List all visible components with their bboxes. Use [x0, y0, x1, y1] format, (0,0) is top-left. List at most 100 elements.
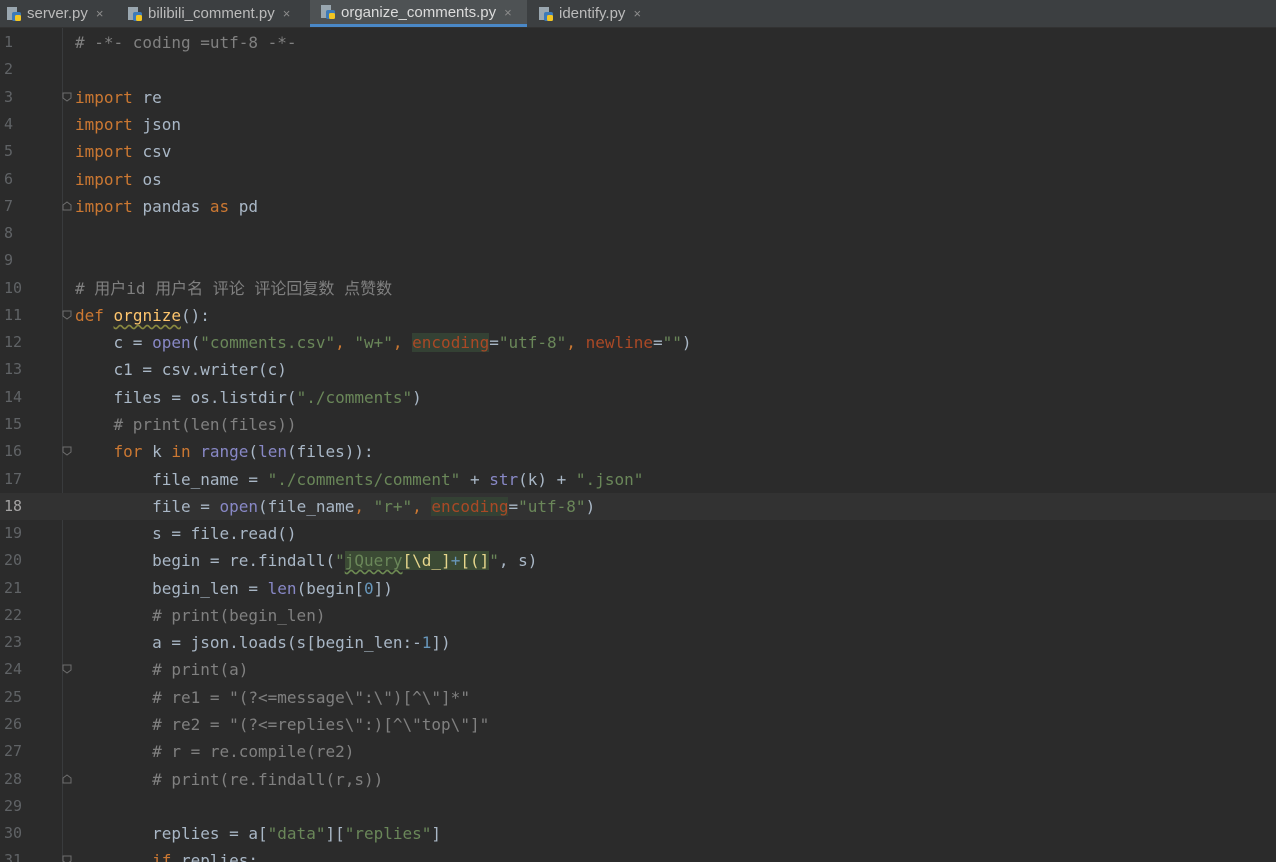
line-number: 29: [4, 797, 23, 815]
code-line[interactable]: 26 # re2 = "(?<=replies\":)[^\"top\"]": [0, 711, 1276, 738]
code-line[interactable]: 23 a = json.loads(s[begin_len:-1]): [0, 629, 1276, 656]
code-editor[interactable]: 1 # -*- coding =utf-8 -*- 2 3 import re …: [0, 28, 1276, 862]
tab-bilibili-comment-py[interactable]: bilibili_comment.py ×: [127, 0, 290, 27]
line-number: 2: [4, 60, 14, 78]
code-line[interactable]: 11 def orgnize():: [0, 302, 1276, 329]
code-line[interactable]: 30 replies = a["data"]["replies"]: [0, 820, 1276, 847]
code-text: c1 = csv.writer(c): [113, 360, 287, 379]
comment-text: # re1 = "(?<=message\":\")[^\"]*": [152, 688, 470, 707]
keyword-argument: newline: [585, 333, 653, 352]
code-line[interactable]: 16 for k in range(len(files)):: [0, 438, 1276, 465]
close-icon[interactable]: ×: [504, 5, 512, 20]
code-line[interactable]: 1 # -*- coding =utf-8 -*-: [0, 29, 1276, 56]
function-name: orgnize: [113, 306, 181, 325]
code-text: =: [508, 497, 519, 516]
tab-organize-comments-py[interactable]: organize_comments.py ×: [310, 0, 527, 27]
code-text: begin = re.findall(: [152, 551, 336, 570]
code-text: file =: [152, 497, 220, 516]
code-text: file_name =: [152, 470, 268, 489]
line-number: 20: [4, 551, 23, 569]
code-line[interactable]: 24 # print(a): [0, 656, 1276, 683]
close-icon[interactable]: ×: [633, 6, 641, 21]
alias-name: pd: [238, 197, 259, 216]
builtin: range: [200, 442, 249, 461]
comma: ,: [392, 333, 413, 352]
comment-text: # print(len(files)): [113, 415, 297, 434]
current-code-line[interactable]: 18 file = open(file_name, "r+", encoding…: [0, 493, 1276, 520]
tab-label: bilibili_comment.py: [148, 5, 275, 22]
code-line[interactable]: 12 c = open("comments.csv", "w+", encodi…: [0, 329, 1276, 356]
code-text: (begin[: [296, 579, 364, 598]
code-line[interactable]: 31 if replies:: [0, 847, 1276, 862]
fold-open-icon[interactable]: [62, 92, 72, 102]
builtin: open: [219, 497, 259, 516]
code-line[interactable]: 9: [0, 247, 1276, 274]
code-text: =: [489, 333, 499, 352]
code-line[interactable]: 7 import pandas as pd: [0, 193, 1276, 220]
module-name: pandas: [142, 197, 201, 216]
code-line[interactable]: 5 import csv: [0, 138, 1276, 165]
string-literal: "w+": [354, 333, 393, 352]
comment-text: # print(begin_len): [152, 606, 326, 625]
fold-close-icon[interactable]: [62, 774, 72, 784]
module-name: csv: [142, 142, 172, 161]
fold-close-icon[interactable]: [62, 201, 72, 211]
code-text: (: [190, 333, 201, 352]
code-line[interactable]: 13 c1 = csv.writer(c): [0, 356, 1276, 383]
code-line[interactable]: 6 import os: [0, 166, 1276, 193]
code-line[interactable]: 2: [0, 56, 1276, 83]
code-line[interactable]: 25 # re1 = "(?<=message\":\")[^\"]*": [0, 684, 1276, 711]
code-line[interactable]: 8: [0, 220, 1276, 247]
close-icon[interactable]: ×: [96, 6, 104, 21]
code-line[interactable]: 29: [0, 793, 1276, 820]
code-line[interactable]: 17 file_name = "./comments/comment" + st…: [0, 466, 1276, 493]
keyword: import: [75, 88, 133, 107]
code-line[interactable]: 15 # print(len(files)): [0, 411, 1276, 438]
tab-server-py[interactable]: server.py ×: [6, 0, 103, 27]
keyword: for: [113, 442, 143, 461]
line-number: 19: [4, 524, 23, 542]
comma: ,: [412, 497, 432, 516]
string-literal: "r+": [373, 497, 413, 516]
code-text: (k) +: [518, 470, 576, 489]
line-number: 6: [4, 170, 14, 188]
keyword: import: [75, 170, 133, 189]
line-number: 1: [4, 33, 14, 51]
comment-text: # re2 = "(?<=replies\":)[^\"top\"]": [152, 715, 490, 734]
line-number: 7: [4, 197, 14, 215]
fold-open-icon[interactable]: [62, 855, 72, 862]
module-name: re: [142, 88, 162, 107]
code-line[interactable]: 20 begin = re.findall("jQuery[\d_]+[(]",…: [0, 547, 1276, 574]
line-number: 11: [4, 306, 23, 324]
code-line[interactable]: 3 import re: [0, 84, 1276, 111]
code-text: ][: [325, 824, 345, 843]
code-text: replies = a[: [152, 824, 268, 843]
close-icon[interactable]: ×: [283, 6, 291, 21]
line-number: 25: [4, 688, 23, 706]
builtin: str: [489, 470, 519, 489]
code-line[interactable]: 10 # 用户id 用户名 评论 评论回复数 点赞数: [0, 275, 1276, 302]
code-text: , s): [498, 551, 538, 570]
code-text: files = os.listdir(: [113, 388, 297, 407]
python-file-icon: [320, 4, 336, 20]
keyword-argument: encoding: [431, 497, 509, 516]
code-line[interactable]: 4 import json: [0, 111, 1276, 138]
fold-open-icon[interactable]: [62, 664, 72, 674]
code-line[interactable]: 19 s = file.read(): [0, 520, 1276, 547]
code-line[interactable]: 27 # r = re.compile(re2): [0, 738, 1276, 765]
code-text: =: [653, 333, 663, 352]
line-number: 9: [4, 251, 14, 269]
code-text: ): [585, 497, 596, 516]
line-number: 8: [4, 224, 14, 242]
code-line[interactable]: 14 files = os.listdir("./comments"): [0, 384, 1276, 411]
fold-open-icon[interactable]: [62, 446, 72, 456]
code-line[interactable]: 22 # print(begin_len): [0, 602, 1276, 629]
code-line[interactable]: 28 # print(re.findall(r,s)): [0, 766, 1276, 793]
code-text: c =: [113, 333, 153, 352]
code-line[interactable]: 21 begin_len = len(begin[0]): [0, 575, 1276, 602]
fold-open-icon[interactable]: [62, 310, 72, 320]
line-number: 4: [4, 115, 14, 133]
tab-label: server.py: [27, 5, 88, 22]
string-literal: "utf-8": [498, 333, 567, 352]
tab-identify-py[interactable]: identify.py ×: [538, 0, 641, 27]
